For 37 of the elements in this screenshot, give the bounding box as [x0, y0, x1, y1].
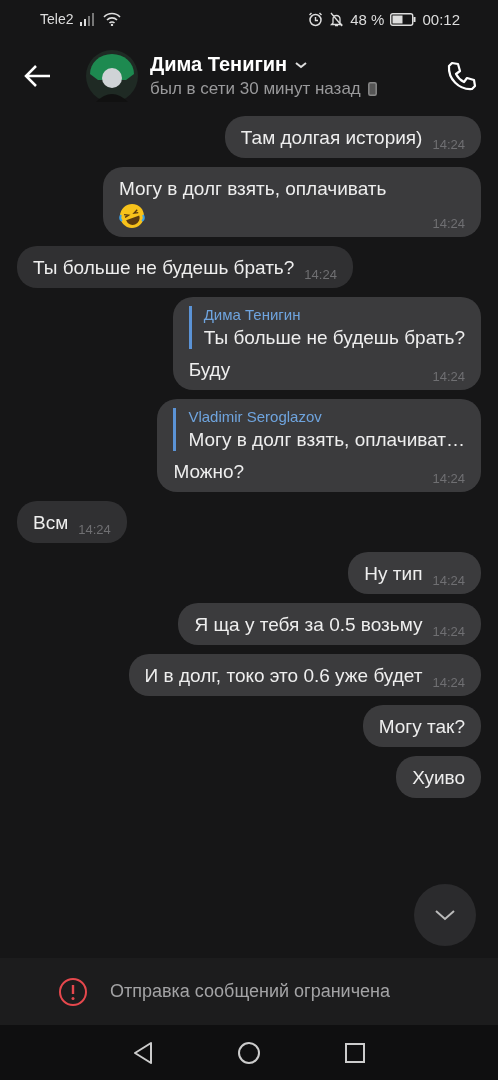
message-text: Хуиво [412, 766, 465, 790]
back-arrow-icon[interactable] [24, 64, 52, 88]
reply-text: Ты больше не будешь брать? [203, 327, 465, 349]
phone-device-icon [367, 82, 377, 96]
alarm-icon [308, 11, 324, 27]
message-time: 14:24 [78, 522, 111, 537]
message-text: Буду [188, 358, 232, 382]
reply-author: Дима Тенигин [203, 306, 302, 323]
muted-bell-icon [329, 11, 345, 27]
message-text: Могу так? [378, 715, 465, 739]
phone-call-icon[interactable] [446, 60, 478, 92]
wifi-icon [103, 12, 122, 26]
reply-text: Могу в долг взять, оплачиват… [188, 429, 465, 451]
battery-icon [390, 12, 417, 26]
reply-author: Vladimir Seroglazov [188, 408, 323, 425]
clock-time: 00:12 [422, 10, 460, 28]
restriction-notice: Отправка сообщений ограничена [110, 981, 390, 1002]
contact-name[interactable]: Дима Тенигин [150, 53, 288, 76]
message-text: Там долгая история) [240, 126, 423, 150]
message-text: Я ща у тебя за 0.5 возьму [194, 613, 423, 637]
message-text: Всм [33, 511, 69, 535]
chevron-down-icon [434, 908, 456, 922]
warning-icon [58, 976, 88, 1007]
message-text: Ты больше не будешь брать? [33, 256, 295, 280]
message-text: Ну тип [364, 562, 423, 586]
last-seen-status: был в сети 30 минут назад [150, 79, 361, 99]
chevron-down-icon[interactable] [294, 59, 309, 70]
back-nav-icon[interactable] [131, 1040, 154, 1065]
recents-nav-icon[interactable] [344, 1041, 367, 1064]
message-time: 14:24 [304, 267, 337, 282]
home-nav-icon[interactable] [237, 1040, 261, 1065]
battery-percent: 48 % [350, 10, 385, 28]
carrier-name: Tele2 [40, 11, 74, 27]
message-text: Можно? [173, 460, 246, 484]
message-text: И в долг, токо это 0.6 уже будет [144, 664, 423, 688]
message-text: Могу в долг взять, оплачивать [118, 177, 388, 201]
avatar-icon[interactable] [86, 50, 138, 102]
